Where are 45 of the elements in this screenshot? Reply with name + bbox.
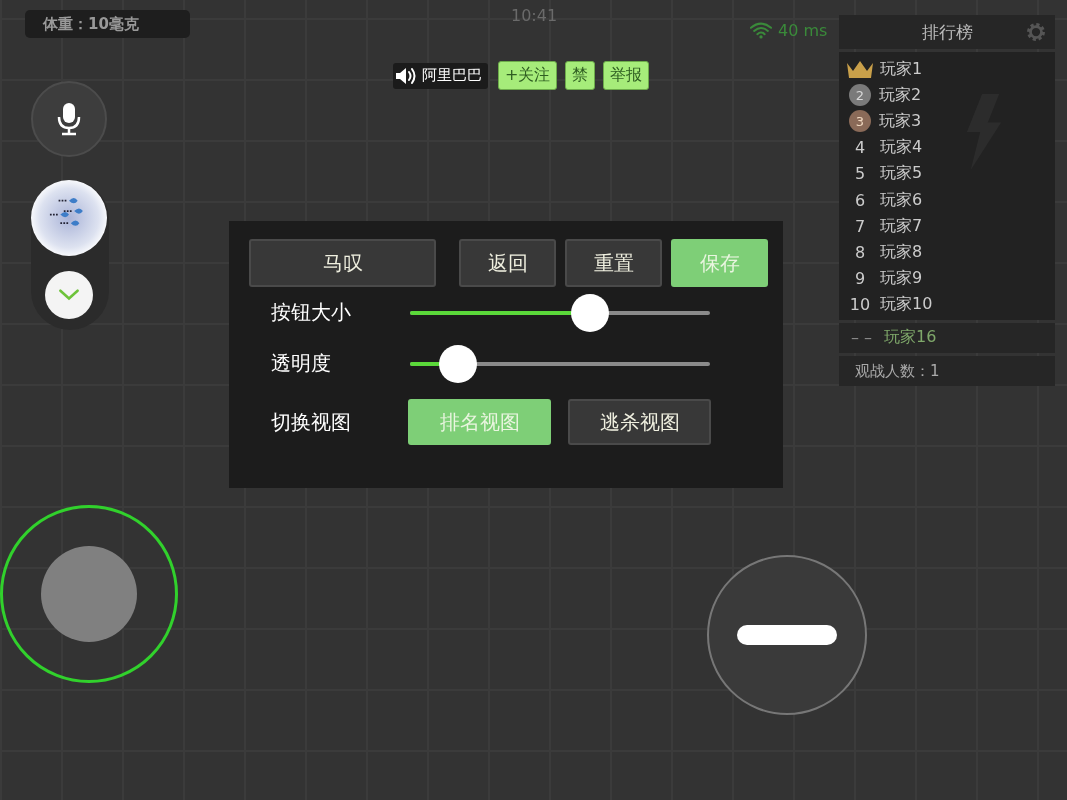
rank-number: 4 <box>853 138 867 158</box>
rank-number: 5 <box>853 164 867 184</box>
rank-medal: 2 <box>849 84 871 107</box>
slider-label: 透明度 <box>270 350 332 377</box>
view-toggle-button[interactable]: 逃杀视图 <box>568 399 711 445</box>
rank-number: 8 <box>853 242 867 262</box>
player-name: 玩家8 <box>880 241 923 263</box>
name-button[interactable]: 马叹 <box>249 239 436 287</box>
wifi-icon <box>750 22 772 39</box>
ping-value: 40 ms <box>778 21 828 40</box>
speaker-name: 阿里巴巴 <box>422 66 482 85</box>
leaderboard-title: 排行榜 <box>921 20 973 44</box>
player-name: 玩家3 <box>879 110 922 132</box>
rank-number: 6 <box>853 190 867 210</box>
speaker-icon <box>395 65 417 86</box>
player-action-button[interactable]: 禁 <box>565 61 596 90</box>
player-action-button[interactable]: 举报 <box>603 61 650 90</box>
joystick[interactable] <box>0 505 178 683</box>
player-name: 玩家5 <box>880 163 923 185</box>
mic-icon <box>57 102 81 136</box>
player-name: 玩家4 <box>880 137 923 159</box>
chevron-down-icon <box>58 289 80 301</box>
rank-number: 7 <box>853 216 867 236</box>
player-name: 玩家10 <box>880 294 933 316</box>
player-name: 玩家16 <box>884 327 937 349</box>
weight-label: 体重：10毫克 <box>25 10 190 38</box>
panel-action-button[interactable]: 重置 <box>565 239 662 287</box>
rank-number: – – <box>851 328 873 348</box>
view-label: 切换视图 <box>270 408 352 436</box>
player-name: 玩家1 <box>880 58 923 80</box>
player-name: 玩家7 <box>880 215 923 237</box>
player-name: 玩家9 <box>880 268 923 290</box>
rank-number: 10 <box>848 295 872 315</box>
minus-icon <box>737 625 837 645</box>
panel-action-button[interactable]: 返回 <box>459 239 556 287</box>
spectator-count: 观战人数：1 <box>839 355 1055 386</box>
slider-label: 按钮大小 <box>270 299 352 326</box>
slider-thumb[interactable] <box>571 293 609 332</box>
player-name: 玩家2 <box>879 84 922 106</box>
player-name: 玩家6 <box>880 189 923 211</box>
slider-thumb[interactable] <box>439 344 477 383</box>
crown-icon <box>845 59 875 80</box>
rank-number: 9 <box>853 269 867 289</box>
player-action-button[interactable]: +关注 <box>498 61 558 90</box>
rank-medal: 3 <box>849 110 871 133</box>
